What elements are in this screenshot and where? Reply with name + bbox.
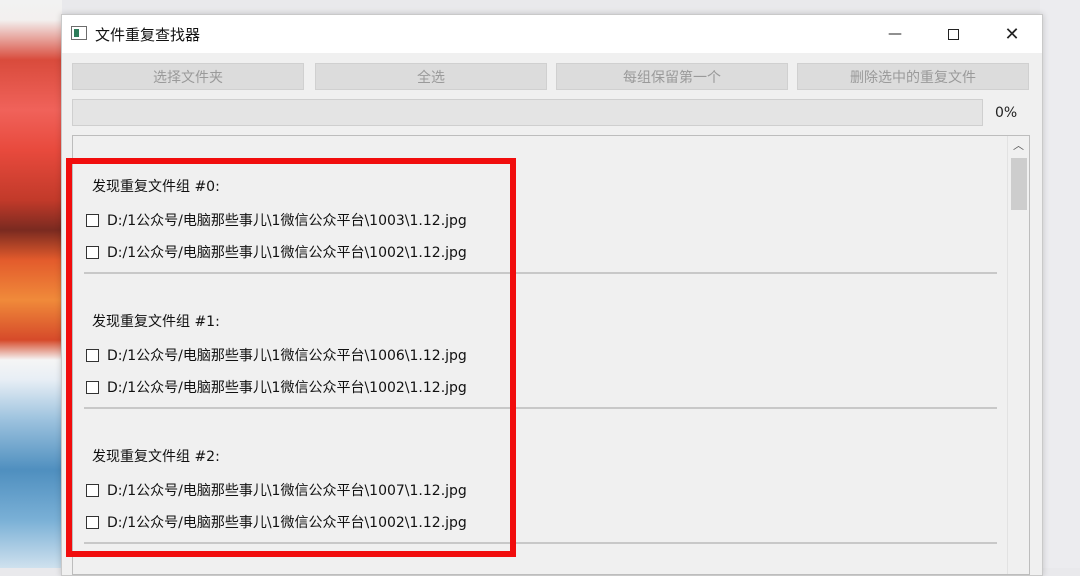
file-item[interactable]: D:/1公众号/电脑那些事儿\1微信公众平台\1002\1.12.jpg	[86, 377, 467, 397]
file-item[interactable]: D:/1公众号/电脑那些事儿\1微信公众平台\1006\1.12.jpg	[86, 345, 467, 365]
minimize-button[interactable]: —	[866, 15, 924, 53]
group-separator	[84, 407, 997, 409]
select-all-button[interactable]: 全选	[315, 63, 547, 90]
group-title: 发现重复文件组 #0:	[92, 179, 220, 195]
file-item[interactable]: D:/1公众号/电脑那些事儿\1微信公众平台\1003\1.12.jpg	[86, 210, 467, 230]
keep-first-button[interactable]: 每组保留第一个	[556, 63, 788, 90]
app-window-icon	[71, 26, 87, 40]
progress-label: 0%	[995, 105, 1018, 121]
file-checkbox[interactable]	[86, 380, 99, 394]
group-separator	[84, 272, 997, 274]
title-bar[interactable]: 文件重复查找器 — ✕	[62, 15, 1042, 53]
file-checkbox[interactable]	[86, 245, 99, 259]
maximize-button[interactable]	[924, 15, 982, 53]
file-path: D:/1公众号/电脑那些事儿\1微信公众平台\1002\1.12.jpg	[107, 515, 467, 531]
file-path: D:/1公众号/电脑那些事儿\1微信公众平台\1006\1.12.jpg	[107, 348, 467, 364]
vertical-scrollbar[interactable]: ︿	[1007, 136, 1029, 574]
scrollbar-thumb[interactable]	[1011, 158, 1027, 210]
results-scroll-area[interactable]: 发现重复文件组 #0: D:/1公众号/电脑那些事儿\1微信公众平台\1003\…	[72, 135, 1030, 575]
progress-bar	[72, 99, 983, 126]
file-checkbox[interactable]	[86, 348, 99, 362]
file-item[interactable]: D:/1公众号/电脑那些事儿\1微信公众平台\1002\1.12.jpg	[86, 242, 467, 262]
file-item[interactable]: D:/1公众号/电脑那些事儿\1微信公众平台\1007\1.12.jpg	[86, 480, 467, 500]
desktop-wallpaper	[0, 0, 62, 568]
file-path: D:/1公众号/电脑那些事儿\1微信公众平台\1002\1.12.jpg	[107, 380, 467, 396]
file-item[interactable]: D:/1公众号/电脑那些事儿\1微信公众平台\1002\1.12.jpg	[86, 512, 467, 532]
group-title: 发现重复文件组 #1:	[92, 314, 220, 330]
file-checkbox[interactable]	[86, 483, 99, 497]
group-separator	[84, 542, 997, 544]
file-path: D:/1公众号/电脑那些事儿\1微信公众平台\1007\1.12.jpg	[107, 483, 467, 499]
app-window: 文件重复查找器 — ✕ 选择文件夹 全选 每组保留第一个 删除选中的重复文件 0…	[61, 14, 1043, 576]
close-button[interactable]: ✕	[983, 15, 1041, 53]
file-path: D:/1公众号/电脑那些事儿\1微信公众平台\1002\1.12.jpg	[107, 245, 467, 261]
select-folder-button[interactable]: 选择文件夹	[72, 63, 304, 90]
delete-selected-button[interactable]: 删除选中的重复文件	[797, 63, 1029, 90]
window-title: 文件重复查找器	[95, 26, 201, 44]
file-checkbox[interactable]	[86, 213, 99, 227]
maximize-icon	[947, 28, 959, 40]
file-checkbox[interactable]	[86, 515, 99, 529]
group-title: 发现重复文件组 #2:	[92, 449, 220, 465]
minimize-icon: —	[888, 26, 902, 42]
close-icon: ✕	[1004, 23, 1020, 45]
file-path: D:/1公众号/电脑那些事儿\1微信公众平台\1003\1.12.jpg	[107, 213, 467, 229]
scroll-up-icon[interactable]: ︿	[1008, 138, 1029, 154]
desktop-background	[1040, 0, 1080, 568]
